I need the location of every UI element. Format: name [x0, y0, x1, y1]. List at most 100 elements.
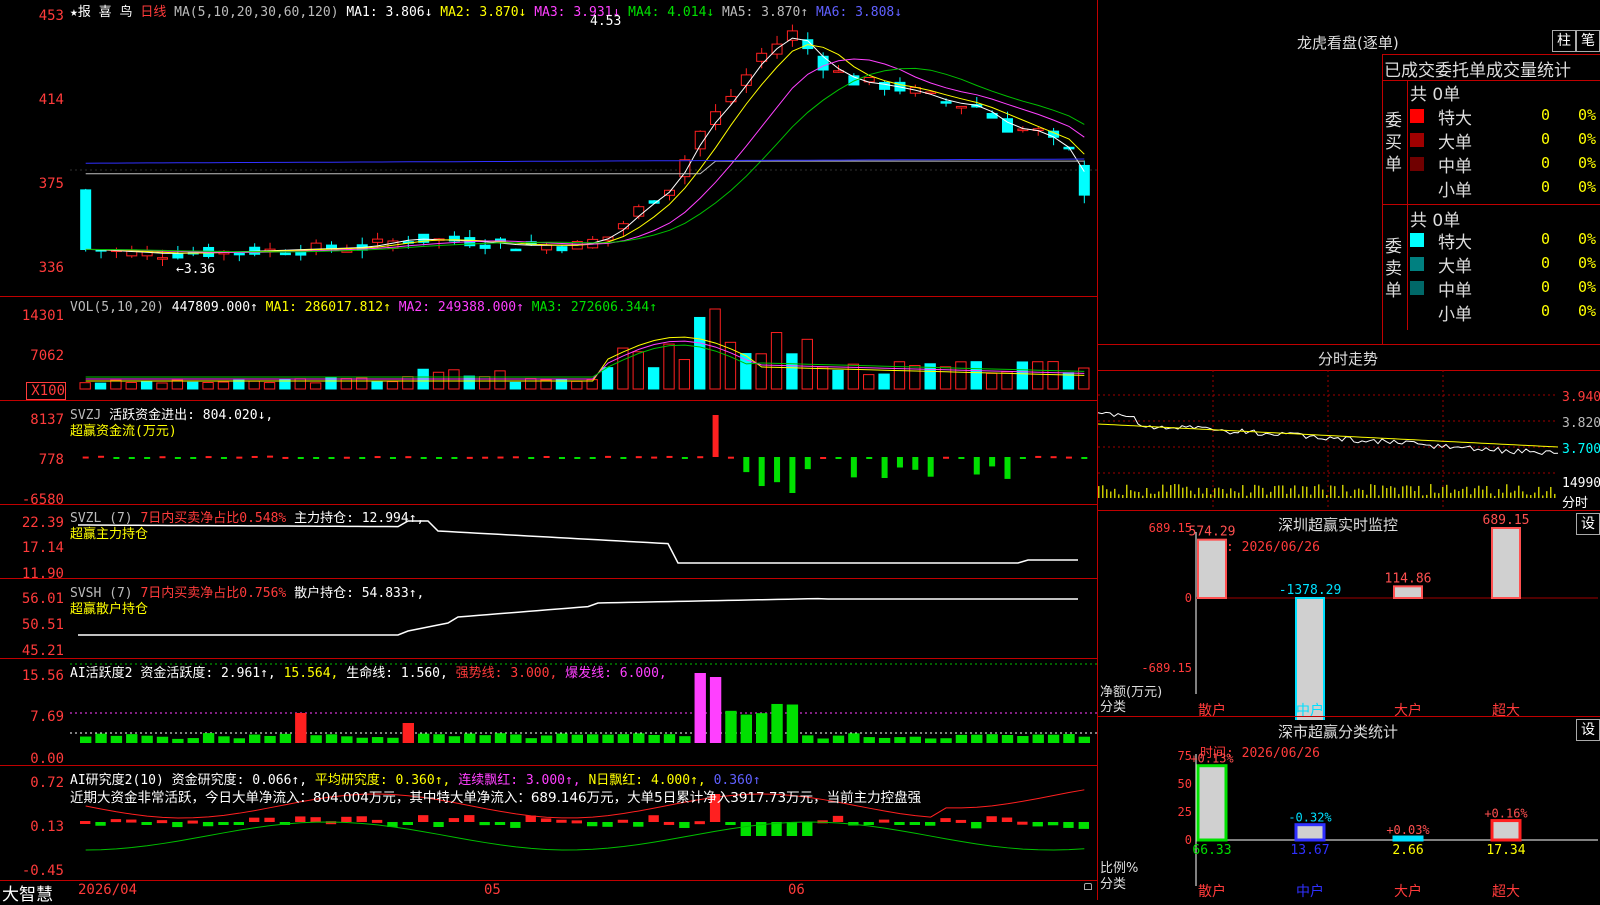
lock-icon[interactable] [1084, 883, 1092, 890]
activity-bar [1017, 736, 1029, 743]
classify-tick: 0 [1185, 833, 1192, 847]
activity-bar [971, 734, 983, 743]
sell-total: 共 0单 [1410, 211, 1461, 231]
ma-line [85, 37, 1085, 254]
intraday-vol-bar [1462, 488, 1464, 498]
intraday-vol-bar [1214, 488, 1216, 498]
svsh-sub: 超赢散户持仓 [70, 602, 149, 617]
flow-bar [881, 457, 888, 479]
month-label-06: 06 [788, 882, 805, 898]
intraday-vol-bar [1250, 492, 1252, 498]
research-bar [172, 822, 183, 828]
activity-bar [418, 733, 430, 743]
monitor-bar [1295, 597, 1325, 720]
classify-category: 大户 [1394, 883, 1422, 900]
monitor-tick: -689.15 [1141, 661, 1192, 675]
classify-category: 散户 [1198, 883, 1226, 900]
candle-body [510, 248, 522, 252]
volume-bar [724, 341, 737, 390]
intraday-vol-bar [1366, 494, 1368, 498]
flow-bar [989, 457, 996, 467]
activity-bar [709, 677, 722, 743]
volume-bar [1016, 361, 1029, 390]
sell-row-swatch [1410, 233, 1424, 247]
intraday-vol-bar [1442, 486, 1444, 498]
intraday-vol-bar [1466, 486, 1468, 498]
activity-bar [464, 733, 476, 743]
activity-bar [863, 737, 875, 743]
volume-bar [601, 367, 614, 390]
bar-mode-button[interactable]: 柱 [1552, 30, 1576, 52]
volume-bar [202, 381, 214, 390]
intraday-vol-bar [1554, 493, 1556, 498]
intraday-vol-bar [1526, 494, 1528, 498]
classify-value: 66.33 [1192, 843, 1231, 858]
volume-bar [770, 332, 783, 390]
monitor-chart[interactable]: 689.150-689.15-1378.29574.29散户-1378.29中户… [1098, 510, 1600, 720]
research-bar [694, 821, 705, 825]
volume-bar [340, 378, 353, 390]
activity-bar [602, 734, 614, 743]
intraday-title: 分时走势 [1318, 350, 1379, 368]
intraday-vol-bar [1302, 486, 1304, 498]
flow-bar [1035, 455, 1042, 458]
classify-chart[interactable]: 7550250+0.13%66.33散户-0.32%13.67中户+0.03%2… [1098, 716, 1600, 900]
activity-bar [310, 735, 322, 743]
kline-chart[interactable] [0, 0, 1098, 297]
research-bar [233, 822, 244, 825]
intraday-chart[interactable] [1098, 370, 1600, 510]
intraday-vol-bar [1238, 492, 1240, 498]
research-bar [341, 816, 352, 822]
research-bar [356, 816, 367, 822]
period-label[interactable]: 日线 [140, 5, 166, 20]
sell-row-pct: 0% [1578, 302, 1597, 320]
ma-label: MA(5,10,20,30,60,120) [174, 5, 339, 20]
volume-bar [893, 361, 906, 390]
research-bar [940, 818, 951, 822]
classify-change: +0.13% [1190, 752, 1234, 766]
intraday-vol-bar [1322, 489, 1324, 498]
activity-bar [740, 714, 752, 743]
monitor-bar [1197, 538, 1227, 599]
research-bar [725, 822, 736, 825]
volume-bar [248, 380, 260, 390]
price-tick: 336 [38, 260, 64, 276]
research-bar [494, 822, 506, 825]
candle-body [172, 253, 184, 259]
intraday-vol-bar [1258, 485, 1260, 498]
flow-bar [359, 457, 366, 459]
svsh-tick: 56.01 [21, 591, 64, 607]
activity-bar [832, 735, 845, 743]
ai1-t3: 生命线: 1.560, [346, 666, 448, 681]
intraday-vol-bar [1190, 490, 1192, 498]
activity-bar [187, 738, 199, 743]
intraday-tick: 3.940 [1562, 390, 1600, 405]
intraday-vol-bar [1098, 486, 1100, 498]
activity-bar [341, 736, 353, 743]
intraday-vol-bar [1386, 488, 1388, 498]
research-bar [863, 822, 874, 825]
intraday-vol-bar [1498, 489, 1500, 498]
price-tick: 375 [38, 176, 64, 192]
activity-bar [218, 736, 230, 743]
activity-bar [279, 733, 292, 743]
volume-bar [1032, 361, 1044, 390]
research-bar [802, 822, 813, 836]
intraday-vol-bar [1330, 485, 1332, 498]
price-tick: 414 [38, 92, 64, 108]
intraday-vol-bar [1274, 486, 1276, 498]
activity-bar [479, 735, 491, 743]
intraday-vol-bar [1410, 486, 1412, 498]
intraday-vol-bar [1542, 495, 1544, 498]
intraday-avg-line [1098, 423, 1559, 448]
intraday-vol-bar [1182, 487, 1184, 498]
sell-row-label: 特大 [1438, 233, 1472, 253]
flow-bar [220, 457, 227, 459]
brand-logo[interactable]: 大智慧 [2, 880, 53, 905]
classify-tick: 25 [1178, 805, 1192, 819]
flow-bar [436, 457, 443, 459]
sell-row-label: 中单 [1438, 281, 1472, 301]
tick-mode-button[interactable]: 笔 [1576, 30, 1600, 52]
volume-bar [832, 369, 844, 390]
activity-bar [80, 736, 92, 743]
